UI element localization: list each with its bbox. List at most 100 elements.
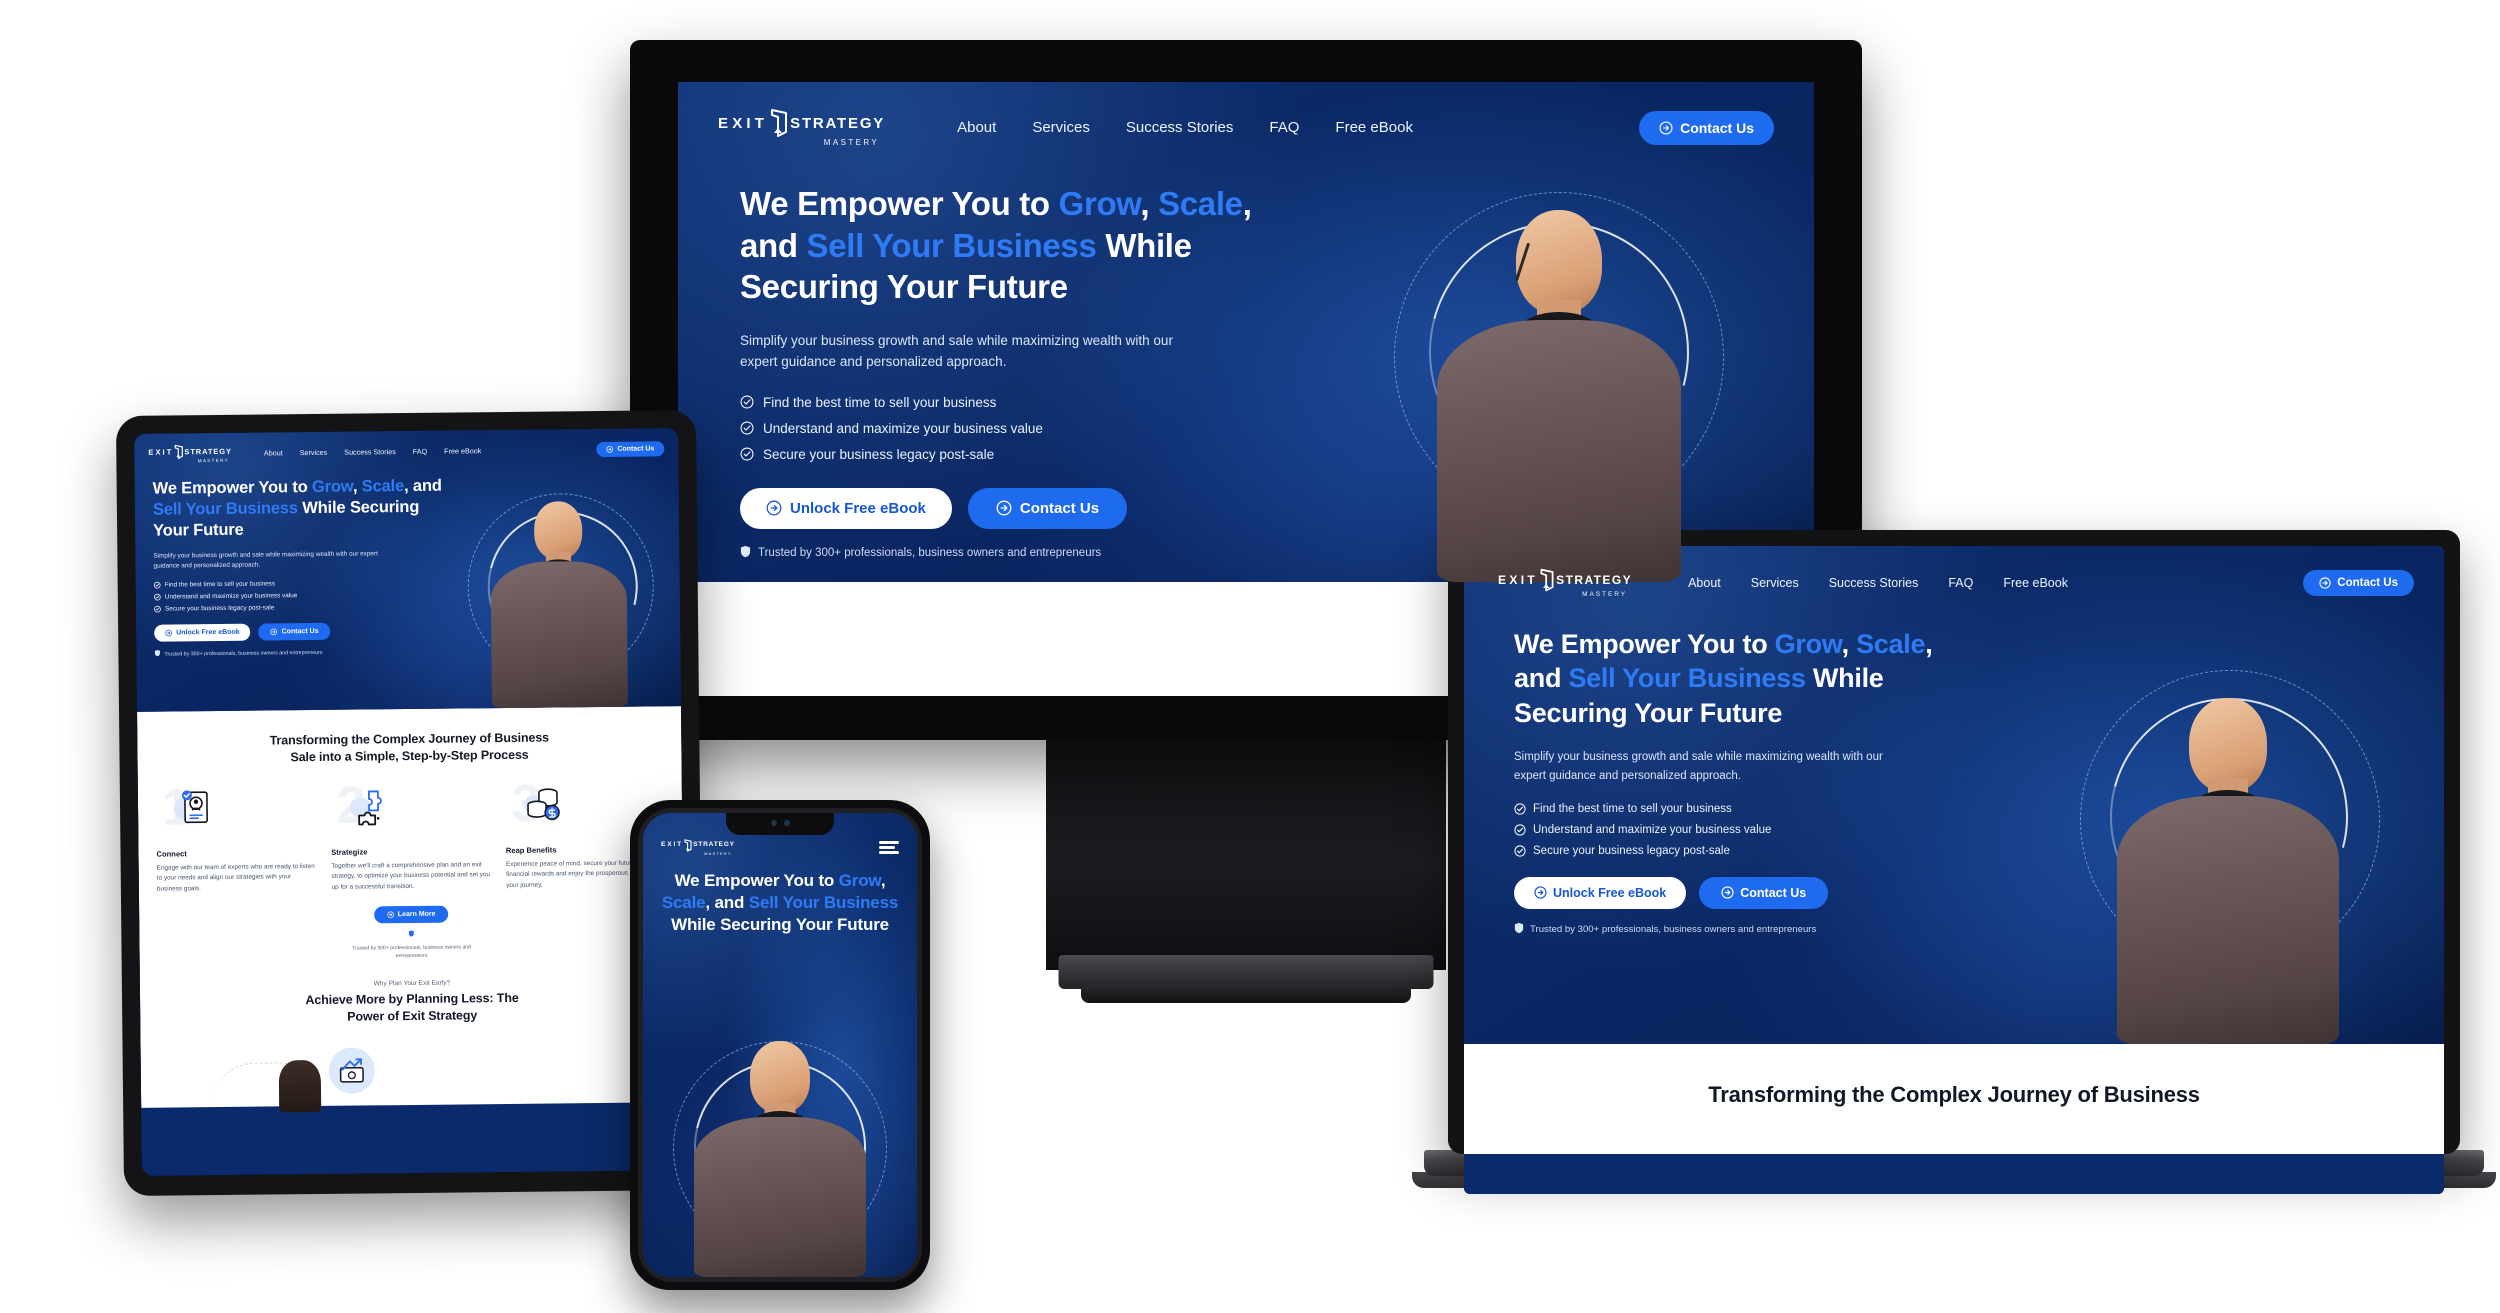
hero-contact-us-label: Contact Us [281, 628, 319, 636]
nav-item-free-ebook[interactable]: Free eBook [1335, 119, 1413, 136]
check-circle-icon [153, 582, 161, 589]
arrow-circle-right-icon [386, 911, 394, 919]
exit-door-icon [683, 839, 693, 852]
profile-document-icon [172, 786, 213, 835]
nav-item-services[interactable]: Services [1751, 576, 1799, 590]
logo-mastery-text: MASTERY [823, 138, 880, 147]
brand-logo[interactable]: EXIT STRATEGY MASTERY [661, 839, 735, 856]
unlock-free-ebook-button[interactable]: Unlock Free eBook [740, 487, 952, 529]
hero-bullet-label: Secure your business legacy post-sale [164, 604, 275, 613]
desktop-navbar: EXIT STRATEGY MASTERY About Services Suc… [678, 82, 1814, 147]
brand-logo[interactable]: EXIT STRATEGY MASTERY [148, 444, 232, 464]
shield-icon [154, 650, 160, 659]
hero-subtitle: Simplify your business growth and sale w… [153, 550, 378, 570]
laptop-screen: EXIT STRATEGY MASTERY About Services Suc… [1464, 546, 2444, 1194]
hero-trust-row: Trusted by 300+ professionals, business … [154, 647, 446, 659]
nav-contact-us-label: Contact Us [1680, 119, 1754, 136]
hero-contact-us-button[interactable]: Contact Us [1699, 876, 1829, 909]
logo-exit-text: EXIT [148, 447, 174, 457]
exit-door-icon [173, 444, 184, 460]
hero-contact-us-label: Contact Us [1019, 499, 1100, 517]
hero-subtitle: Simplify your business growth and sale w… [740, 332, 1173, 370]
learn-more-label: Learn More [397, 911, 436, 919]
hero-bullet-label: Find the best time to sell your business [164, 580, 276, 589]
hero-bullet: Understand and maximize your business va… [1514, 824, 1974, 836]
laptop-process-title: Transforming the Complex Journey of Busi… [1708, 1082, 2200, 1107]
logo-mastery-text: MASTERY [704, 851, 732, 856]
nav-item-services[interactable]: Services [1032, 119, 1090, 136]
nav-item-about[interactable]: About [957, 119, 996, 136]
hero-heading-plain: We Empower You to [1514, 628, 1775, 659]
logo-mastery-text: MASTERY [197, 457, 229, 464]
hero-contact-us-label: Contact Us [1740, 885, 1807, 900]
tablet-screen: EXIT STRATEGY MASTERY About Services Suc… [134, 428, 686, 1176]
hero-bullet: Understand and maximize your business va… [154, 591, 446, 601]
nav-item-faq[interactable]: FAQ [1269, 119, 1299, 136]
coins-stack-icon [521, 785, 563, 830]
hero-bullet-label: Secure your business legacy post-sale [763, 446, 995, 462]
hero-contact-us-button[interactable]: Contact Us [967, 487, 1128, 529]
hero-bullet-list: Find the best time to sell your business… [153, 579, 446, 613]
hero-trust-row: Trusted by 300+ professionals, business … [1514, 922, 1974, 937]
arrow-circle-right-icon [270, 628, 278, 636]
unlock-free-ebook-button[interactable]: Unlock Free eBook [1514, 876, 1687, 909]
arrow-circle-right-icon [1534, 886, 1547, 900]
process-section-title: Transforming the Complex Journey of Busi… [155, 728, 663, 767]
why-title: Achieve More by Planning Less: The Power… [158, 989, 666, 1028]
exit-door-icon [768, 108, 790, 138]
hero-heading: We Empower You to Grow, Scale, and Sell … [153, 475, 446, 541]
hero-trust-label: Trusted by 300+ professionals, business … [758, 546, 1102, 559]
hero-heading-accent: Scale [361, 476, 405, 495]
nav-item-faq[interactable]: FAQ [1948, 576, 1973, 590]
nav-contact-us-button[interactable]: Contact Us [1639, 110, 1774, 145]
process-trust-label: Trusted by 300+ professionals, business … [352, 944, 471, 959]
nav-item-faq[interactable]: FAQ [413, 447, 427, 456]
hero-contact-us-button[interactable]: Contact Us [258, 623, 331, 641]
hero-heading-accent: Sell Your Business [806, 226, 1097, 264]
hero-heading-accent: Grow [1774, 628, 1842, 659]
hero-speaker-photo [2038, 644, 2418, 1044]
nav-contact-us-label: Contact Us [2337, 577, 2398, 590]
nav-item-free-ebook[interactable]: Free eBook [444, 446, 481, 455]
nav-contact-us-button[interactable]: Contact Us [2303, 570, 2414, 597]
nav-contact-us-label: Contact Us [617, 445, 655, 454]
nav-item-about[interactable]: About [264, 449, 283, 458]
brand-logo[interactable]: EXIT STRATEGY MASTERY [718, 108, 885, 147]
nav-item-about[interactable]: About [1688, 576, 1721, 590]
hero-speaker-photo [650, 1027, 910, 1277]
unlock-free-ebook-button[interactable]: Unlock Free eBook [154, 623, 251, 642]
shield-icon [1514, 922, 1524, 937]
nav-item-services[interactable]: Services [300, 448, 328, 457]
nav-item-success-stories[interactable]: Success Stories [344, 447, 396, 457]
hamburger-menu-icon[interactable] [879, 841, 899, 854]
nav-contact-us-button[interactable]: Contact Us [596, 441, 665, 458]
hero-heading-accent: Grow [838, 871, 881, 890]
arrow-circle-right-icon [165, 630, 173, 637]
hero-heading-accent: Sell Your Business [748, 893, 899, 913]
nav-item-success-stories[interactable]: Success Stories [1126, 119, 1234, 136]
hero-heading-accent: Scale [1158, 185, 1243, 222]
exit-door-icon [1538, 568, 1556, 592]
process-card-body: Together we'll craft a comprehensive pla… [331, 861, 491, 891]
phone-camera-icon [757, 819, 803, 826]
hero-heading-accent: Grow [1058, 185, 1141, 222]
hero-heading-plain: , [352, 476, 362, 496]
learn-more-button[interactable]: Learn More [373, 906, 449, 924]
shield-icon [408, 930, 414, 941]
arrow-circle-right-icon [1659, 120, 1673, 135]
hero-heading-plain: We Empower You to [674, 871, 839, 890]
hero-speaker-photo [1344, 162, 1774, 582]
hero-bullet-list: Find the best time to sell your business… [1514, 803, 1974, 857]
process-trust-row: Trusted by 300+ professionals, business … [336, 930, 486, 961]
shield-icon [740, 545, 751, 561]
check-circle-icon [1514, 824, 1526, 836]
monitor-stand-foot [1058, 955, 1434, 989]
process-card: 1 [156, 778, 316, 895]
hero-bullet-list: Find the best time to sell your business… [740, 395, 1258, 462]
hero-heading-accent: Scale [1856, 628, 1926, 659]
logo-mastery-text: MASTERY [1582, 591, 1628, 598]
nav-item-free-ebook[interactable]: Free eBook [2003, 576, 2068, 590]
process-card-body: Engage with our team of experts who are … [156, 862, 315, 893]
nav-item-success-stories[interactable]: Success Stories [1829, 576, 1919, 590]
brand-logo[interactable]: EXIT STRATEGY MASTERY [1498, 568, 1632, 599]
